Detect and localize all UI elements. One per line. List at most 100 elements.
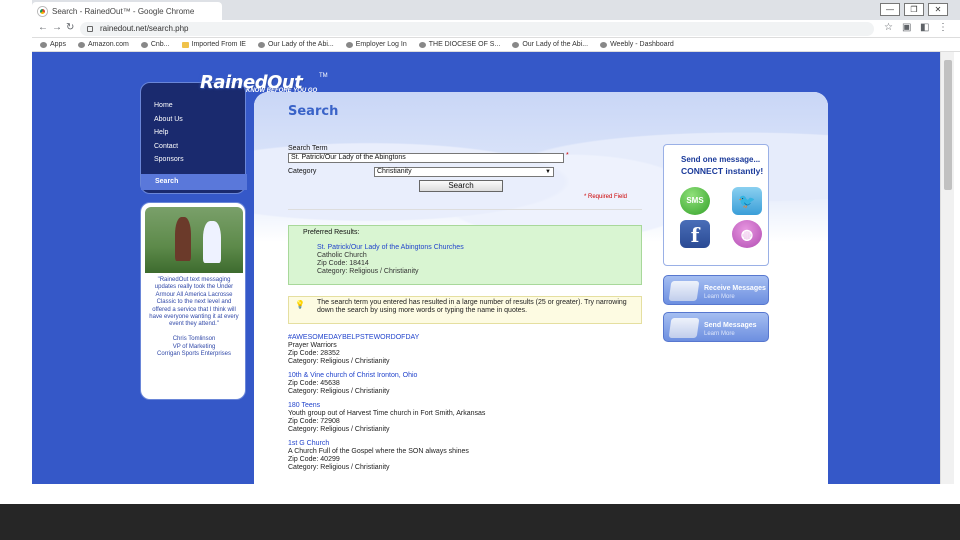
preferred-results-title: Preferred Results: — [303, 229, 360, 236]
translate-icon[interactable]: ◧ — [920, 22, 929, 33]
bookmark-employer[interactable]: Employer Log In — [345, 41, 407, 48]
address-bar[interactable]: rainedout.net/search.php — [80, 22, 874, 36]
twitter-bird-icon[interactable]: 🐦 — [732, 187, 762, 215]
window-bottom-edge — [32, 484, 960, 504]
tab-strip: Search - RainedOut™ - Google Chrome — ❐ … — [32, 0, 960, 20]
menu-icon[interactable]: ⋮ — [938, 22, 948, 33]
result-item: #AWESOMEDAYBELPSTEWORDOFDAY Prayer Warri… — [288, 334, 642, 366]
preferred-type: Catholic Church — [317, 252, 367, 259]
nav-contact[interactable]: Contact — [154, 140, 245, 154]
lightbulb-icon: 💡 — [295, 300, 305, 309]
player-red-shape — [175, 217, 191, 261]
category-select[interactable]: Christianity ▼ — [374, 167, 554, 177]
category-label: Category — [288, 168, 317, 175]
desktop-margin — [0, 0, 32, 484]
connect-subheadline: CONNECT instantly! — [681, 166, 764, 176]
sms-button[interactable]: SMS — [680, 187, 710, 215]
preferred-zip: Zip Code: 18414 — [317, 260, 369, 267]
page-icon — [345, 41, 353, 48]
page-viewport: Home About Us Help Contact Sponsors Sear… — [32, 52, 940, 484]
bookmark-our-lady-2[interactable]: Our Lady of the Abi... — [512, 41, 588, 48]
page-icon — [257, 41, 265, 48]
search-button[interactable]: Search — [419, 180, 503, 192]
extension-icon[interactable]: ▣ — [902, 22, 911, 33]
search-notice: 💡 The search term you entered has result… — [288, 296, 642, 324]
result-link[interactable]: 180 Teens — [288, 402, 642, 410]
form-divider — [288, 209, 642, 210]
bookmark-weebly[interactable]: Weebly - Dashboard — [600, 41, 674, 48]
nav-search-active[interactable]: Search — [141, 174, 247, 190]
send-messages-button[interactable]: Send Messages Learn More — [663, 312, 769, 342]
chrome-icon — [38, 6, 47, 16]
connect-panel: Send one message... CONNECT instantly! S… — [663, 144, 769, 266]
result-item: 10th & Vine church of Christ Ironton, Oh… — [288, 372, 642, 396]
results-list: #AWESOMEDAYBELPSTEWORDOFDAY Prayer Warri… — [288, 334, 642, 478]
nav-help[interactable]: Help — [154, 126, 245, 140]
lock-icon — [87, 26, 93, 32]
lacrosse-photo — [145, 207, 243, 273]
preferred-result-link[interactable]: St. Patrick/Our Lady of the Abingtons Ch… — [317, 244, 464, 251]
close-button[interactable]: ✕ — [928, 3, 948, 16]
page-scrollbar[interactable] — [940, 52, 954, 484]
bookmark-star-icon[interactable]: ☆ — [884, 22, 893, 33]
logo-trademark: TM — [319, 73, 328, 79]
bookmarks-bar: Apps Amazon.com Cnb... Imported From IE … — [32, 38, 960, 52]
result-link[interactable]: 1st G Church — [288, 440, 642, 448]
category-value: Christianity — [377, 168, 412, 175]
nav-about-us[interactable]: About Us — [154, 113, 245, 127]
phone-icon — [668, 281, 700, 301]
preferred-results-box: Preferred Results: St. Patrick/Our Lady … — [288, 225, 642, 285]
result-item: 1st G Church A Church Full of the Gospel… — [288, 440, 642, 472]
tab-title: Search - RainedOut™ - Google Chrome — [52, 6, 195, 16]
bookmark-amazon[interactable]: Amazon.com — [77, 41, 129, 48]
notice-text: The search term you entered has resulted… — [317, 299, 627, 314]
restore-button[interactable]: ❐ — [904, 3, 924, 16]
testimonial-role: VP of Marketing — [172, 343, 216, 350]
forward-icon[interactable]: → — [52, 22, 62, 33]
globe-icon[interactable]: ◍ — [732, 220, 762, 248]
result-link[interactable]: #AWESOMEDAYBELPSTEWORDOFDAY — [288, 334, 642, 342]
bookmark-cnb[interactable]: Cnb... — [140, 41, 170, 48]
bookmark-our-lady-1[interactable]: Our Lady of the Abi... — [257, 41, 334, 48]
receive-label: Receive Messages — [704, 285, 766, 292]
apps-icon — [40, 41, 47, 48]
back-icon[interactable]: ← — [38, 22, 48, 33]
required-field-note: * Required Field — [584, 194, 628, 200]
page-icon — [512, 41, 520, 48]
page-icon — [600, 41, 608, 48]
send-learn-more[interactable]: Learn More — [704, 331, 735, 337]
search-content-panel: Search Search Term St. Patrick/Our Lady … — [254, 92, 828, 484]
receive-learn-more[interactable]: Learn More — [704, 294, 735, 300]
testimonial-panel: "RainedOut text messaging updates really… — [140, 202, 246, 400]
testimonial-quote: "RainedOut text messaging updates really… — [149, 277, 239, 358]
preferred-category: Category: Religious / Christianity — [317, 268, 419, 275]
browser-tab[interactable]: Search - RainedOut™ - Google Chrome — [32, 2, 222, 20]
receive-messages-button[interactable]: Receive Messages Learn More — [663, 275, 769, 305]
nav-sponsors[interactable]: Sponsors — [154, 153, 245, 167]
result-link[interactable]: 10th & Vine church of Christ Ironton, Oh… — [288, 372, 642, 380]
search-term-input[interactable]: St. Patrick/Our Lady of the Abingtons — [288, 153, 564, 163]
bookmark-apps[interactable]: Apps — [40, 41, 66, 48]
page-icon — [418, 41, 426, 48]
page-icon — [140, 41, 148, 48]
keyboard-icon — [668, 318, 700, 338]
minimize-button[interactable]: — — [880, 3, 900, 16]
url-text: rainedout.net/search.php — [100, 24, 189, 33]
scrollbar-thumb[interactable] — [944, 60, 952, 190]
result-item: 180 Teens Youth group out of Harvest Tim… — [288, 402, 642, 434]
page-title: Search — [288, 104, 339, 119]
facebook-button[interactable]: f — [680, 220, 710, 248]
bookmark-imported[interactable]: Imported From IE — [181, 41, 246, 48]
testimonial-author: Chris Tomlinson — [172, 336, 216, 343]
nav-home[interactable]: Home — [154, 99, 245, 113]
bookmark-diocese[interactable]: THE DIOCESE OF S... — [418, 41, 500, 48]
search-term-label: Search Term — [288, 145, 328, 152]
folder-icon — [181, 41, 189, 48]
send-label: Send Messages — [704, 322, 757, 329]
dropdown-arrow-icon: ▼ — [545, 169, 551, 175]
presentation-footer-bar — [0, 504, 960, 540]
player-white-shape — [203, 221, 221, 263]
site-container: Home About Us Help Contact Sponsors Sear… — [138, 72, 834, 484]
reload-icon[interactable]: ↻ — [66, 22, 74, 33]
connect-headline: Send one message... — [681, 155, 761, 164]
